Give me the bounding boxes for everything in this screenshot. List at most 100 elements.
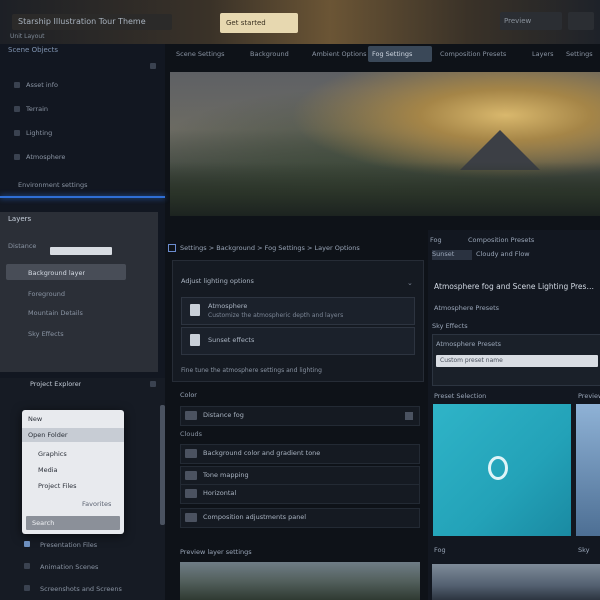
context-item-new[interactable]: New [28, 415, 42, 423]
row-close-icon[interactable] [405, 412, 413, 420]
color-label: Color [180, 391, 197, 399]
app-title: Starship Illustration Tour Theme [12, 14, 172, 30]
right-hero-subtitle: Atmosphere Presets [434, 304, 500, 312]
preview-button[interactable]: Preview [500, 12, 562, 30]
explorer-close-icon[interactable] [150, 381, 156, 387]
row-tone-mapping[interactable]: Tone mapping [180, 466, 420, 486]
right-label-fog: Fog [430, 236, 442, 244]
row-landscape-label: Composition adjustments panel [203, 513, 307, 521]
hero-image [170, 72, 600, 216]
layer-row-mountain[interactable]: Mountain Details [28, 309, 83, 317]
context-search-label: Search [32, 519, 55, 527]
right-tab-cloudy[interactable]: Cloudy and Flow [476, 250, 530, 258]
context-item-media[interactable]: Media [38, 466, 58, 474]
row-horizontal[interactable]: Horizontal [180, 484, 420, 504]
screenshots-folder-icon [24, 585, 30, 591]
get-started-button[interactable]: Get started [220, 13, 298, 33]
tone-mapping-icon [185, 471, 197, 480]
asset-icon [14, 82, 20, 88]
layer-row-distance[interactable]: Distance [8, 242, 36, 250]
explorer-scrollbar[interactable] [160, 405, 165, 525]
tab-fog-settings[interactable]: Fog Settings [368, 46, 432, 62]
terrain-icon [14, 106, 20, 112]
landscape-icon [185, 513, 197, 522]
context-item-open-folder[interactable]: Open Folder [28, 431, 68, 439]
context-menu: New Open Folder Graphics Media Project F… [22, 410, 124, 534]
row-distance-fog-label: Distance fog [203, 411, 244, 419]
layers-title: Layers [8, 215, 32, 223]
card1-title: Atmosphere [208, 302, 248, 310]
row-distance-fog[interactable]: Distance fog [180, 406, 420, 426]
circle-icon [488, 456, 508, 480]
presentation-folder-icon [24, 541, 30, 547]
file-presentation[interactable]: Presentation Files [40, 541, 97, 549]
right-hero-title: Atmosphere fog and Scene Lighting Preset… [434, 282, 594, 291]
preset-name-input[interactable]: Custom preset name [436, 355, 598, 367]
file-screenshots[interactable]: Screenshots and Screens [40, 585, 122, 593]
card1-subtitle: Customize the atmospheric depth and laye… [208, 312, 344, 319]
sidebar-header: Scene Objects [8, 46, 59, 54]
distance-fog-icon [185, 411, 197, 420]
background-color-icon [185, 449, 197, 458]
bottom-preview-image [180, 562, 420, 600]
card-header: Adjust lighting options [181, 277, 254, 285]
bottom-preview-label: Preview layer settings [180, 548, 252, 556]
atmosphere-card-icon [190, 304, 200, 316]
animation-folder-icon [24, 563, 30, 569]
sidebar-divider [0, 196, 165, 198]
layers-panel: Layers Background layer Foreground Mount… [0, 212, 158, 372]
layer-row-sky[interactable]: Sky Effects [28, 330, 64, 338]
tag-label: Unit Layout [10, 33, 45, 40]
row-background-color[interactable]: Background color and gradient tone [180, 444, 420, 464]
layer-row-background[interactable]: Background layer [28, 269, 85, 277]
sidebar-item-atmosphere[interactable]: Atmosphere [26, 153, 65, 161]
settings-card: Adjust lighting options ⌄ Atmosphere Cus… [172, 260, 424, 382]
sidebar-settings-icon[interactable] [150, 63, 156, 69]
context-item-graphics[interactable]: Graphics [38, 450, 67, 458]
row-background-color-label: Background color and gradient tone [203, 449, 321, 457]
thumb-bottom-label-a: Fog [434, 546, 446, 554]
card-item-atmosphere[interactable]: Atmosphere Customize the atmospheric dep… [181, 297, 415, 325]
breadcrumb-icon [168, 244, 176, 252]
layer-row-foreground[interactable]: Foreground [28, 290, 65, 298]
sidebar-item-terrain[interactable]: Terrain [26, 105, 48, 113]
context-item-favorites[interactable]: Favorites [82, 500, 111, 508]
tab-settings[interactable]: Settings [562, 46, 597, 62]
sidebar-item-lighting[interactable]: Lighting [26, 129, 52, 137]
sidebar-environment-row[interactable]: Environment settings [18, 181, 88, 189]
preset-thumbnail-sky[interactable] [576, 404, 600, 536]
horizontal-icon [185, 489, 197, 498]
lighting-icon [14, 130, 20, 136]
row-landscape[interactable]: Composition adjustments panel [180, 508, 420, 528]
card-collapse-icon[interactable]: ⌄ [407, 279, 413, 287]
row-horizontal-label: Horizontal [203, 489, 237, 497]
context-item-project-files[interactable]: Project Files [38, 482, 77, 490]
file-animation[interactable]: Animation Scenes [40, 563, 98, 571]
row-tone-mapping-label: Tone mapping [203, 471, 249, 479]
explorer-title: Project Explorer [30, 380, 82, 388]
card-item-sunset[interactable]: Sunset effects [181, 327, 415, 355]
right-section-label: Sky Effects [432, 322, 468, 330]
card-helper-text: Fine tune the atmosphere settings and li… [181, 367, 322, 374]
menu-button[interactable] [568, 12, 594, 30]
atmosphere-icon [14, 154, 20, 160]
preset-thumbnail-bottom[interactable] [432, 564, 600, 600]
top-bar: Starship Illustration Tour Theme Get sta… [0, 0, 600, 44]
forest-shape [170, 162, 600, 216]
thumb-bottom-label-b: Sky [578, 546, 590, 554]
thumb-caption-b: Preview [578, 392, 600, 400]
tab-composition-presets[interactable]: Composition Presets [436, 46, 510, 62]
sidebar-item-asset-info[interactable]: Asset info [26, 81, 58, 89]
tab-background[interactable]: Background [246, 46, 293, 62]
layer-name-field[interactable] [50, 247, 112, 255]
preset-thumbnail-teal[interactable] [433, 404, 571, 536]
tab-scene-settings[interactable]: Scene Settings [172, 46, 229, 62]
tab-layers[interactable]: Layers [528, 46, 558, 62]
clouds-label: Clouds [180, 430, 202, 438]
sunset-card-icon [190, 334, 200, 346]
breadcrumb: Settings > Background > Fog Settings > L… [180, 244, 360, 252]
tab-ambient-options[interactable]: Ambient Options [308, 46, 371, 62]
right-tab-sunset[interactable]: Sunset [432, 250, 472, 260]
right-label-composition: Composition Presets [468, 236, 535, 244]
thumb-caption: Preset Selection [434, 392, 487, 400]
